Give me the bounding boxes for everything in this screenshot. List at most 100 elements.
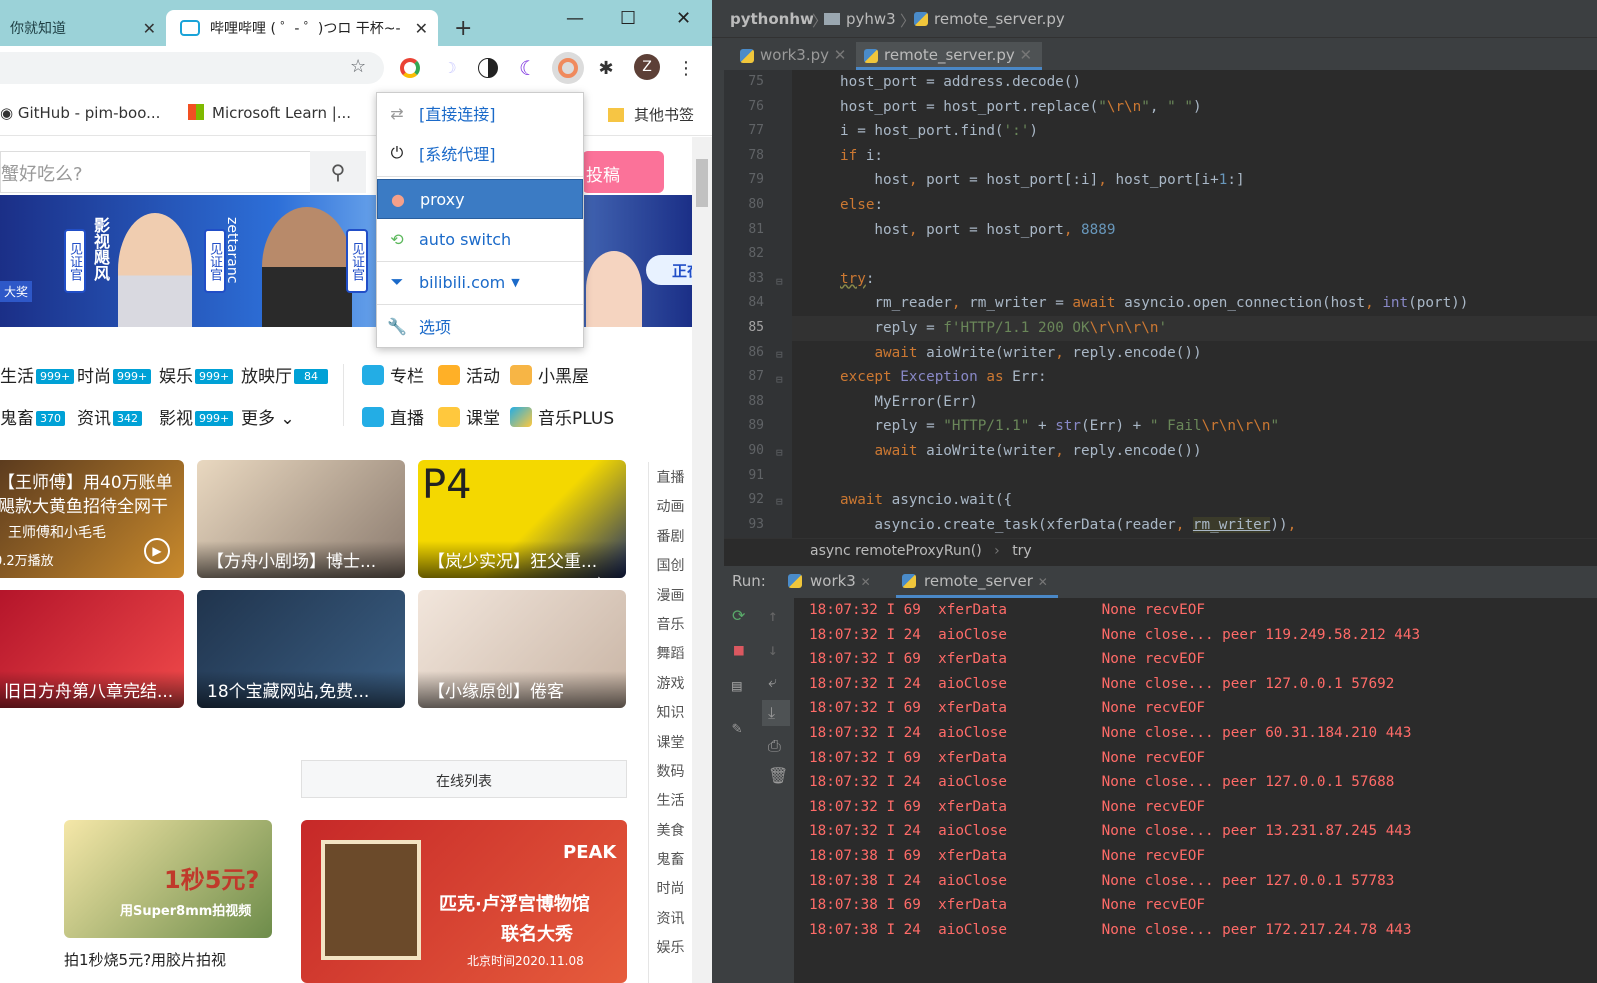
side-nav-item[interactable]: 直播 xyxy=(649,462,692,491)
breadcrumb-file[interactable]: remote_server.py xyxy=(914,10,1065,28)
page-scrollbar[interactable] xyxy=(692,137,712,983)
rerun-icon[interactable]: ⟳ xyxy=(732,606,745,625)
layout-icon[interactable]: ▤ xyxy=(732,676,742,695)
category-kichiku[interactable]: 鬼畜 370 xyxy=(0,404,65,429)
extensions-puzzle-icon[interactable]: ✱ xyxy=(596,58,616,79)
menu-site-rule[interactable]: ⏷ bilibili.com ▼ xyxy=(377,262,583,302)
side-nav-item[interactable]: 番剧 xyxy=(649,521,692,550)
close-tab-icon[interactable]: ✕ xyxy=(143,19,156,38)
up-arrow-icon[interactable]: ↑ xyxy=(768,606,778,625)
chrome-extension-icon[interactable] xyxy=(400,58,420,78)
stop-icon[interactable]: ■ xyxy=(734,640,744,659)
proxy-switcher-icon[interactable] xyxy=(552,52,584,84)
scrollbar-thumb[interactable] xyxy=(696,159,708,207)
carousel-next-icon[interactable]: › xyxy=(596,567,606,597)
menu-direct-connect[interactable]: ⇄ [直接连接] xyxy=(377,93,583,133)
menu-system-proxy[interactable]: ⏻ [系统代理] xyxy=(377,133,583,173)
upload-button[interactable]: 投稿 xyxy=(582,151,664,193)
bookmark-other[interactable]: 其他书签 xyxy=(608,104,694,125)
category-more[interactable]: 更多 ⌄ xyxy=(241,404,295,429)
breadcrumb-project[interactable]: pythonhw xyxy=(730,10,814,28)
category-cinema[interactable]: 放映厅 84 xyxy=(241,362,328,387)
ad-card[interactable]: PEAK 匹克·卢浮宫博物馆 联名大秀 北京时间2020.11.08 xyxy=(301,820,627,983)
close-tab-icon[interactable]: ✕ xyxy=(1038,575,1048,589)
night-mode-icon[interactable]: ☾ xyxy=(518,56,538,80)
event-banner[interactable]: 见证官 影视飓风 见证官 zettaranc 见证官 大奖 正在 xyxy=(0,195,692,327)
fold-icon[interactable]: ⊟ xyxy=(776,495,783,508)
close-tab-icon[interactable]: ✕ xyxy=(861,575,871,589)
ad-card[interactable]: 1秒5元? 用Super8mm拍视频 xyxy=(64,820,272,938)
category-film[interactable]: 影视 999+ xyxy=(159,404,234,429)
side-nav-item[interactable]: 国创 xyxy=(649,550,692,579)
category-life[interactable]: 生活 999+ xyxy=(0,362,75,387)
side-nav-item[interactable]: 鬼畜 xyxy=(649,844,692,873)
online-list-button[interactable]: 在线列表 xyxy=(301,760,627,798)
maximize-button[interactable]: ☐ xyxy=(620,8,636,29)
menu-proxy[interactable]: ● proxy xyxy=(377,179,583,219)
side-nav-item[interactable]: 舞蹈 xyxy=(649,638,692,667)
side-nav-item[interactable]: 漫画 xyxy=(649,580,692,609)
feature-activity[interactable]: 活动 xyxy=(438,362,500,387)
run-console[interactable]: 18:07:32 I 69 xferData None recvEOF 18:0… xyxy=(794,598,1597,983)
editor-tab-work3[interactable]: work3.py ✕ xyxy=(732,42,856,70)
address-bar[interactable] xyxy=(0,52,384,84)
profile-avatar[interactable]: Z xyxy=(634,54,660,80)
side-nav-item[interactable]: 生活 xyxy=(649,785,692,814)
side-nav-item[interactable]: 时尚 xyxy=(649,873,692,902)
editor-tab-remote-server[interactable]: remote_server.py ✕ xyxy=(856,42,1043,70)
side-nav-item[interactable]: 娱乐 xyxy=(649,932,692,961)
side-nav-item[interactable]: 数码 xyxy=(649,756,692,785)
bookmark-star-icon[interactable]: ☆ xyxy=(350,56,366,77)
side-nav-item[interactable]: 美食 xyxy=(649,815,692,844)
category-ent[interactable]: 娱乐 999+ xyxy=(159,362,234,387)
search-input[interactable]: 蟹好吃么? xyxy=(0,151,310,193)
soft-wrap-icon[interactable]: ⤶ xyxy=(768,672,777,692)
code-editor[interactable]: host_port = address.decode() host_port =… xyxy=(792,70,1597,538)
close-window-button[interactable]: ✕ xyxy=(676,8,691,29)
trash-icon[interactable]: 🗑 xyxy=(768,766,788,785)
side-nav-item[interactable]: 游戏 xyxy=(649,668,692,697)
side-nav-item[interactable]: 知识 xyxy=(649,697,692,726)
fold-icon[interactable]: ⊟ xyxy=(776,348,783,361)
video-card[interactable]: 18个宝藏网站,免费... xyxy=(197,590,405,708)
close-tab-icon[interactable]: ✕ xyxy=(1020,46,1033,64)
ad-caption[interactable]: 拍1秒烧5元?用胶片拍视 xyxy=(64,949,226,970)
fold-icon[interactable]: ⊟ xyxy=(776,373,783,386)
video-card[interactable]: 【方舟小剧场】博士... xyxy=(197,460,405,578)
fold-icon[interactable]: ⊟ xyxy=(776,446,783,459)
side-nav-item[interactable]: 动画 xyxy=(649,491,692,520)
run-tab-remote-server[interactable]: remote_server ✕ xyxy=(896,572,1058,598)
minimize-button[interactable]: — xyxy=(566,8,584,29)
scroll-to-end-icon[interactable]: ⤓ xyxy=(762,700,790,726)
video-card[interactable]: 【王师傅】用40万账单 飓款大黄鱼招待全网干 王师傅和小毛毛 0.2万播放 ▶ xyxy=(0,460,184,578)
tab-zhihu[interactable]: 你就知道 ✕ xyxy=(0,10,166,46)
crumb-function[interactable]: async remoteProxyRun() xyxy=(810,543,982,559)
video-card[interactable]: 旧日方舟第八章完结... xyxy=(0,590,184,708)
feature-course[interactable]: 课堂 xyxy=(438,404,500,429)
close-tab-icon[interactable]: ✕ xyxy=(415,19,428,38)
fold-icon[interactable]: ⊟ xyxy=(776,275,783,288)
video-card[interactable]: P4 【岚少实况】狂父重... xyxy=(418,460,626,578)
print-icon[interactable]: ⎙ xyxy=(768,736,781,756)
side-nav-item[interactable]: 课堂 xyxy=(649,727,692,756)
menu-options[interactable]: 🔧 选项 xyxy=(377,306,583,346)
bookmark-github[interactable]: ◉ GitHub - pim-boo... xyxy=(0,104,160,122)
close-tab-icon[interactable]: ✕ xyxy=(834,46,847,64)
search-button[interactable]: ⚲ xyxy=(310,151,366,193)
moon-extension-icon[interactable]: ☽ xyxy=(440,58,460,78)
tab-bilibili[interactable]: 哔哩哔哩 ( ゜- ゜)つロ 干杯~- ✕ xyxy=(166,10,438,46)
breadcrumb-folder[interactable]: pyhw3 xyxy=(824,10,896,28)
menu-auto-switch[interactable]: ⟲ auto switch xyxy=(377,219,583,259)
down-arrow-icon[interactable]: ↓ xyxy=(768,640,778,659)
pin-icon[interactable]: ✎ xyxy=(732,718,742,737)
dark-mode-icon[interactable] xyxy=(478,58,498,78)
tool-window-strip[interactable] xyxy=(712,38,724,983)
banner-live-label[interactable]: 正在 xyxy=(646,255,692,285)
bookmark-microsoft[interactable]: Microsoft Learn |... xyxy=(188,104,351,122)
run-tab-work3[interactable]: work3 ✕ xyxy=(788,572,871,590)
category-fashion[interactable]: 时尚 999+ xyxy=(77,362,152,387)
feature-music[interactable]: 音乐PLUS xyxy=(510,404,614,429)
feature-blackroom[interactable]: 小黑屋 xyxy=(510,362,589,387)
feature-live[interactable]: 直播 xyxy=(362,404,424,429)
new-tab-button[interactable]: + xyxy=(454,16,472,41)
